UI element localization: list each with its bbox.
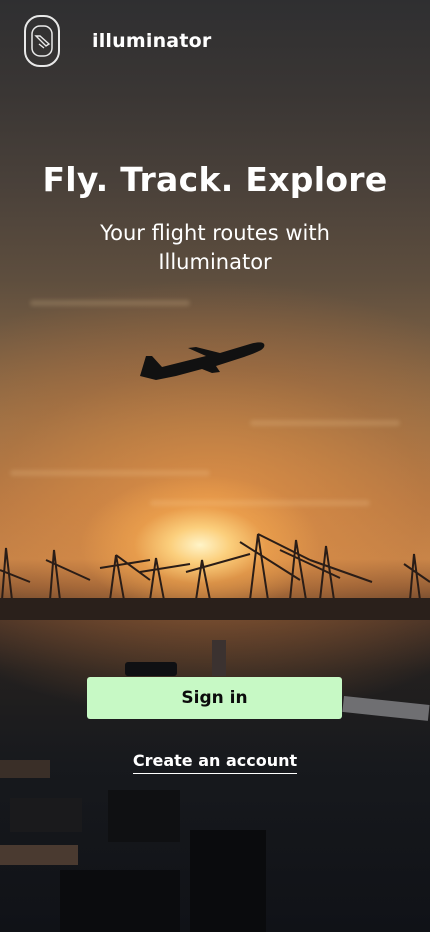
cloud-streak [150,500,370,506]
create-account-link[interactable]: Create an account [132,751,298,774]
cloud-streak [30,300,190,306]
cloud-streak [10,470,210,476]
sign-in-button[interactable]: Sign in [87,677,342,719]
harbor-cranes [0,533,430,620]
create-account-link-wrapper: Create an account [0,751,430,774]
hero-title: Fly. Track. Explore [42,160,388,199]
app-header: illuminator [24,14,406,68]
brand-name: illuminator [92,30,212,52]
cloud-streak [250,420,400,426]
airplane-icon [140,342,265,380]
hero-subtitle: Your flight routes with Illuminator [100,221,330,274]
airplane-window-icon [24,15,60,67]
